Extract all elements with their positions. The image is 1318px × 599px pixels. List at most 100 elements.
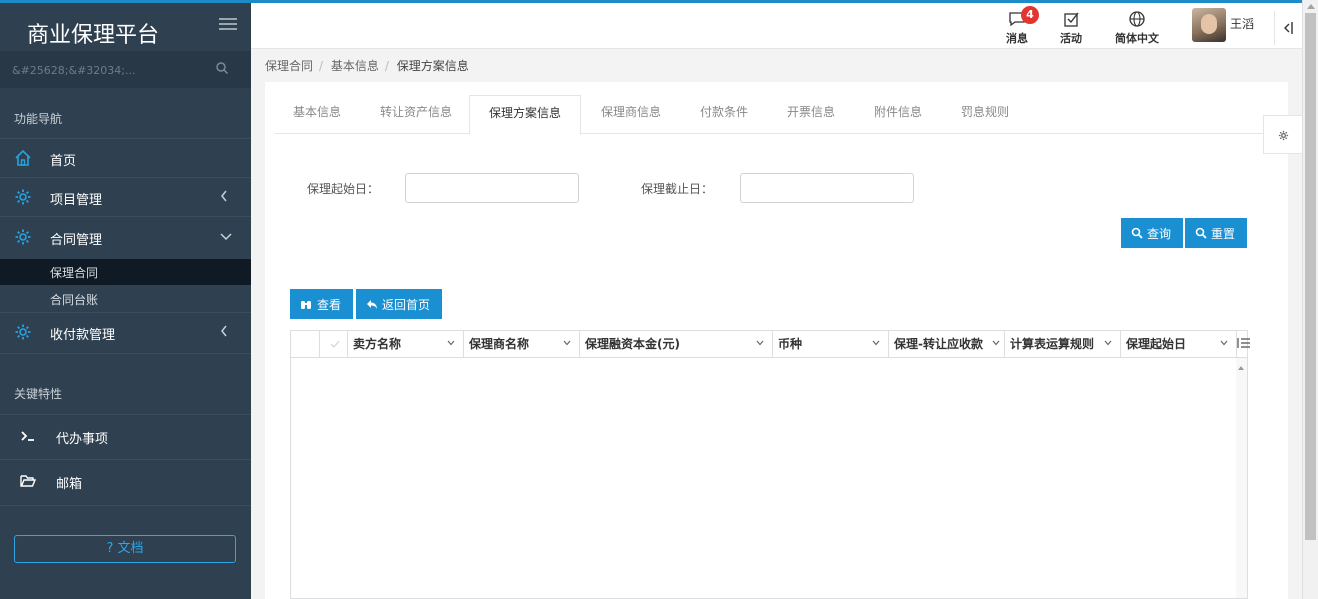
sidebar-item-label: 收付款管理	[50, 328, 116, 343]
start-date-input[interactable]	[405, 173, 579, 203]
reset-label: 重置	[1211, 227, 1236, 241]
divider	[0, 216, 251, 217]
page-scrollbar[interactable]	[1302, 0, 1318, 599]
column-header-label: 保理-转让应收款	[894, 337, 983, 351]
sidebar-subitem-factoring-contract[interactable]: 保理合同	[0, 259, 251, 285]
scroll-up-arrow-icon[interactable]	[1307, 4, 1315, 9]
view-button[interactable]: 查看	[290, 289, 353, 319]
messages-button[interactable]: 4 消息	[1002, 6, 1039, 48]
top-navbar: 4 消息 活动 简体中文 王滔	[251, 0, 1302, 49]
column-header-label: 计算表运算规则	[1010, 337, 1095, 351]
app-title: 商业保理平台	[27, 23, 160, 48]
terminal-icon	[21, 431, 34, 441]
column-header[interactable]: 保理融资本金(元)	[580, 331, 773, 357]
end-date-input[interactable]	[740, 173, 914, 203]
checkbox-icon	[1064, 12, 1079, 27]
start-date-label: 保理起始日：	[307, 182, 380, 196]
sidebar-item-label: 合同管理	[50, 233, 103, 248]
gear-icon	[15, 324, 31, 340]
check-icon	[330, 340, 340, 348]
brand-header: 商业保理平台	[0, 0, 251, 51]
tab-payment-terms[interactable]: 付款条件	[689, 95, 759, 134]
sidebar-item-payments[interactable]: 收付款管理	[0, 313, 251, 351]
gear-icon	[1278, 130, 1289, 141]
globe-icon	[1129, 11, 1145, 27]
sidebar: 商业保理平台 功能导航 首页 项目管理 合同管理 保理合同 合同台账 收付款管理…	[0, 0, 251, 599]
column-header[interactable]: 保理-转让应收款	[889, 331, 1005, 357]
breadcrumb: 保理合同 / 基本信息 / 保理方案信息	[265, 59, 469, 73]
chevron-left-icon	[221, 190, 227, 202]
column-header-label: 保理商名称	[469, 337, 530, 351]
query-button[interactable]: 查询	[1121, 218, 1183, 248]
table-body	[291, 358, 1247, 598]
reset-button[interactable]: 重置	[1185, 218, 1247, 248]
sidebar-item-contract[interactable]: 合同管理	[0, 218, 251, 256]
column-header[interactable]: 计算表运算规则	[1005, 331, 1121, 357]
home-icon	[15, 149, 31, 166]
sidebar-item-home[interactable]: 首页	[0, 139, 251, 177]
breadcrumb-item[interactable]: 保理合同	[265, 59, 313, 73]
sidebar-item-label: 项目管理	[50, 193, 103, 208]
sidebar-item-project[interactable]: 项目管理	[0, 178, 251, 216]
main-panel: 基本信息 转让资产信息 保理方案信息 保理商信息 付款条件 开票信息 附件信息 …	[265, 82, 1288, 599]
column-header[interactable]: 币种	[773, 331, 889, 357]
chevron-down-icon	[1104, 340, 1112, 346]
reply-arrow-icon	[367, 300, 377, 309]
scrollbar-thumb[interactable]	[1305, 13, 1316, 540]
menu-toggle-icon[interactable]	[219, 18, 237, 32]
sidebar-search	[0, 51, 251, 88]
search-icon	[1195, 227, 1207, 239]
chevron-down-icon	[756, 340, 764, 346]
data-table: 卖方名称 保理商名称 保理融资本金(元) 币种 保理-转让应收款 计算表运算规则	[290, 330, 1250, 599]
settings-button[interactable]	[1263, 115, 1302, 154]
chevron-left-icon	[221, 325, 227, 337]
column-header-label: 保理起始日	[1126, 337, 1187, 351]
column-header-label: 币种	[778, 337, 803, 351]
nav-section-title: 功能导航	[14, 112, 63, 126]
chevron-down-icon	[447, 340, 455, 346]
chevron-down-icon	[220, 233, 232, 241]
column-header[interactable]: 保理起始日	[1121, 331, 1237, 357]
sidebar-item-todo[interactable]: 代办事项	[0, 414, 251, 459]
activity-button[interactable]: 活动	[1056, 10, 1086, 48]
tab-invoice-info[interactable]: 开票信息	[776, 95, 846, 134]
collapse-panel-button[interactable]	[1274, 11, 1302, 45]
column-header[interactable]: 卖方名称	[348, 331, 464, 357]
language-button[interactable]: 简体中文	[1111, 10, 1163, 48]
chevron-down-icon	[563, 340, 571, 346]
back-home-label: 返回首页	[382, 298, 431, 312]
chevron-left-bar-icon	[1284, 22, 1293, 34]
divider	[0, 505, 251, 506]
tab-attachments[interactable]: 附件信息	[863, 95, 933, 134]
search-icon[interactable]	[215, 61, 229, 75]
sidebar-search-input[interactable]	[12, 60, 212, 80]
breadcrumb-item[interactable]: 基本信息	[331, 59, 379, 73]
docs-button[interactable]: ? 文档	[14, 535, 236, 563]
sidebar-item-mailbox[interactable]: 邮箱	[0, 459, 251, 504]
avatar[interactable]	[1192, 8, 1226, 42]
column-header[interactable]: 保理商名称	[464, 331, 580, 357]
gear-icon	[15, 189, 31, 205]
search-icon	[1131, 227, 1143, 239]
chevron-down-icon	[872, 340, 880, 346]
folder-open-icon	[20, 475, 36, 487]
tab-basic-info[interactable]: 基本信息	[275, 95, 359, 134]
sidebar-subitem-contract-ledger[interactable]: 合同台账	[0, 286, 251, 312]
column-header-label: 保理融资本金(元)	[585, 337, 680, 351]
select-all-checkbox[interactable]	[291, 331, 348, 357]
user-name[interactable]: 王滔	[1230, 15, 1254, 32]
back-home-button[interactable]: 返回首页	[356, 289, 442, 319]
scroll-up-arrow-icon[interactable]	[1238, 366, 1244, 370]
table-scrollbar[interactable]	[1236, 358, 1247, 598]
chevron-down-icon	[1220, 340, 1228, 346]
sidebar-item-label: 代办事项	[56, 432, 109, 447]
tab-transferred-assets[interactable]: 转让资产信息	[369, 95, 463, 134]
sidebar-item-label: 首页	[50, 154, 77, 169]
tab-penalty-rules[interactable]: 罚息规则	[950, 95, 1020, 134]
table-header: 卖方名称 保理商名称 保理融资本金(元) 币种 保理-转让应收款 计算表运算规则	[291, 331, 1250, 358]
column-toggle-icon[interactable]	[1237, 336, 1251, 350]
tab-factoring-plan[interactable]: 保理方案信息	[469, 95, 581, 135]
notification-badge: 4	[1021, 6, 1039, 24]
tab-bar: 基本信息 转让资产信息 保理方案信息 保理商信息 付款条件 开票信息 附件信息 …	[275, 95, 1288, 135]
tab-factor-info[interactable]: 保理商信息	[591, 95, 671, 134]
